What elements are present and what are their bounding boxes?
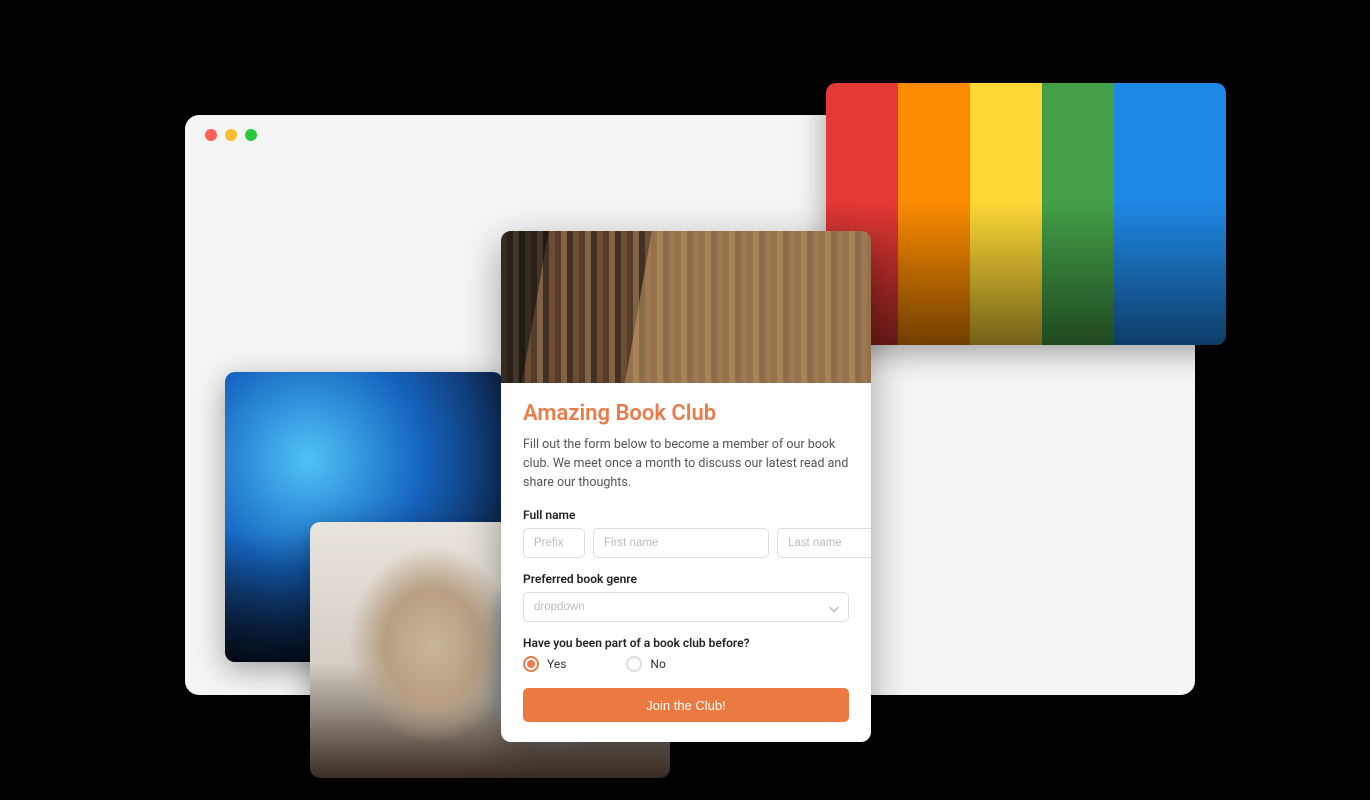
firstname-input[interactable]: [593, 528, 769, 558]
form-hero-image: [501, 231, 871, 383]
genre-select-wrap: dropdown: [523, 592, 849, 622]
radio-icon: [523, 656, 539, 672]
genre-select[interactable]: dropdown: [523, 592, 849, 622]
radio-icon: [626, 656, 642, 672]
window-minimize-icon[interactable]: [225, 129, 237, 141]
radio-no[interactable]: No: [626, 656, 665, 672]
fullname-label: Full name: [523, 508, 849, 522]
prior-label: Have you been part of a book club before…: [523, 636, 849, 650]
signup-form-card: Amazing Book Club Fill out the form belo…: [501, 231, 871, 742]
window-maximize-icon[interactable]: [245, 129, 257, 141]
radio-no-label: No: [650, 657, 665, 671]
form-title: Amazing Book Club: [523, 401, 849, 426]
genre-label: Preferred book genre: [523, 572, 849, 586]
prefix-input[interactable]: [523, 528, 585, 558]
prior-radio-group: Yes No: [523, 656, 849, 672]
fullname-row: [523, 528, 849, 558]
window-close-icon[interactable]: [205, 129, 217, 141]
decorative-image-rainbow-flag: [826, 83, 1226, 345]
form-description: Fill out the form below to become a memb…: [523, 436, 849, 492]
form-body: Amazing Book Club Fill out the form belo…: [501, 383, 871, 742]
submit-button[interactable]: Join the Club!: [523, 688, 849, 722]
radio-yes[interactable]: Yes: [523, 656, 566, 672]
lastname-input[interactable]: [777, 528, 871, 558]
radio-yes-label: Yes: [547, 657, 566, 671]
